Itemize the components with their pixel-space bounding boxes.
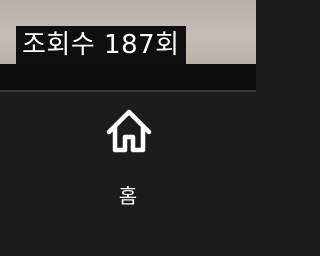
nav-item-home[interactable]: 홈 bbox=[88, 96, 168, 220]
screen: 조회수 187회 홈 bbox=[0, 0, 256, 256]
video-thumbnail[interactable]: 조회수 187회 bbox=[0, 0, 256, 64]
nav-item-home-label: 홈 bbox=[118, 184, 138, 208]
bottom-navigation: 홈 bbox=[0, 92, 256, 256]
view-count-label: 조회수 187회 bbox=[16, 26, 186, 64]
progress-area bbox=[0, 64, 256, 90]
home-icon bbox=[106, 109, 152, 153]
